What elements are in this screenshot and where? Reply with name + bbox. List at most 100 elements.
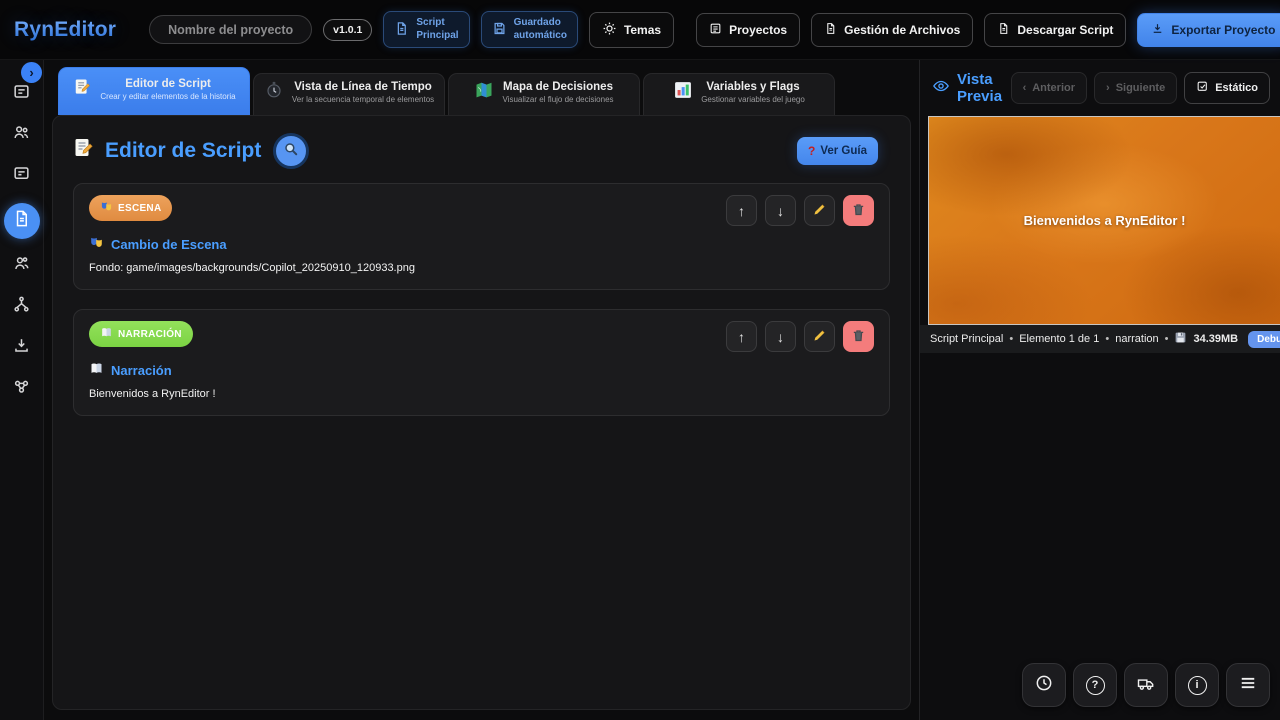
tab-title: Editor de Script xyxy=(125,77,211,93)
delete-button[interactable] xyxy=(843,195,874,226)
truck-icon xyxy=(1136,673,1156,698)
download-icon xyxy=(1151,22,1164,38)
trash-icon xyxy=(851,328,866,346)
tab-variables-flags[interactable]: Variables y Flags Gestionar variables de… xyxy=(643,73,835,115)
preview-title: Vista Previa xyxy=(932,71,1003,105)
delete-button[interactable] xyxy=(843,321,874,352)
sidebar-item-characters[interactable] xyxy=(8,121,36,149)
floppy-icon xyxy=(1174,331,1187,347)
save-icon xyxy=(492,21,507,39)
preview-panel: Vista Previa ‹ Anterior › Siguiente Está… xyxy=(920,60,1280,720)
status-element-position: Elemento 1 de 1 xyxy=(1019,333,1099,345)
status-script-name: Script Principal xyxy=(930,333,1003,345)
history-button[interactable] xyxy=(1022,663,1066,707)
checkbox-icon xyxy=(1196,80,1209,96)
debug-badge[interactable]: Debug xyxy=(1248,331,1280,348)
menu-icon xyxy=(1238,673,1258,698)
file-manager-button[interactable]: Gestión de Archivos xyxy=(811,13,973,47)
element-title-text: Cambio de Escena xyxy=(111,237,227,252)
preview-nav: ‹ Anterior › Siguiente Estático xyxy=(1011,72,1270,104)
move-up-button[interactable]: ↑ xyxy=(726,321,757,352)
script-selector-button[interactable]: Script Principal xyxy=(383,11,469,48)
export-project-button[interactable]: Exportar Proyecto xyxy=(1137,13,1280,47)
memo-icon xyxy=(71,136,95,166)
help-button[interactable]: ? xyxy=(1073,663,1117,707)
project-name-input[interactable] xyxy=(149,15,312,44)
edit-button[interactable] xyxy=(804,321,835,352)
tab-subtitle: Crear y editar elementos de la historia xyxy=(100,92,235,103)
themes-button[interactable]: Temas xyxy=(589,12,674,48)
sidebar-item-downloads[interactable] xyxy=(8,334,36,362)
element-type-badge: NARRACIÓN xyxy=(89,321,193,347)
download-script-button[interactable]: Descargar Script xyxy=(984,13,1126,47)
version-badge: v1.0.1 xyxy=(323,19,372,41)
element-type-label: ESCENA xyxy=(118,203,161,214)
element-body: Bienvenidos a RynEditor ! xyxy=(89,388,874,400)
preview-title-text: Vista Previa xyxy=(957,71,1003,105)
editor-title-row: Editor de Script ? Ver Guía xyxy=(53,116,910,183)
eye-icon xyxy=(932,77,950,99)
memo-icon xyxy=(72,77,92,102)
menu-button[interactable] xyxy=(1226,663,1270,707)
next-label: Siguiente xyxy=(1116,82,1166,94)
chart-icon xyxy=(673,80,693,105)
view-guide-button[interactable]: ? Ver Guía xyxy=(797,137,878,165)
ryneditor-app: RynEditor v1.0.1 Script Principal Guarda… xyxy=(0,0,1280,720)
tab-subtitle: Gestionar variables del juego xyxy=(701,95,805,106)
sidebar-item-cards[interactable] xyxy=(8,80,36,108)
characters-icon xyxy=(12,123,31,147)
sidebar-toggle-button[interactable]: › xyxy=(21,62,42,83)
tab-bar: Editor de Script Crear y editar elemento… xyxy=(44,60,919,115)
autosave-line1: Guardado xyxy=(514,17,567,30)
truck-button[interactable] xyxy=(1124,663,1168,707)
magnifier-icon xyxy=(282,140,300,163)
chevron-left-icon: ‹ xyxy=(1023,82,1027,94)
sidebar-item-dialogs[interactable] xyxy=(8,162,36,190)
page-title-text: Editor de Script xyxy=(105,139,261,163)
tab-subtitle: Visualizar el flujo de decisiones xyxy=(502,95,613,106)
separator: • xyxy=(1165,333,1169,345)
map-icon xyxy=(474,80,494,105)
separator: • xyxy=(1009,333,1013,345)
sidebar-item-flow[interactable] xyxy=(8,293,36,321)
script-element-card: NARRACIÓN ↑ ↓ Narració xyxy=(73,309,890,416)
element-title-text: Narración xyxy=(111,363,172,378)
pencil-icon xyxy=(812,328,827,346)
info-button[interactable]: i xyxy=(1175,663,1219,707)
tab-title: Variables y Flags xyxy=(706,80,799,96)
script-icon xyxy=(12,209,31,233)
edit-button[interactable] xyxy=(804,195,835,226)
tab-script-editor[interactable]: Editor de Script Crear y editar elemento… xyxy=(58,67,250,115)
projects-button[interactable]: Proyectos xyxy=(696,13,800,47)
trash-icon xyxy=(851,202,866,220)
question-icon: ? xyxy=(808,144,815,158)
element-body: Fondo: game/images/backgrounds/Copilot_2… xyxy=(89,262,874,274)
sidebar-item-script[interactable] xyxy=(4,203,40,239)
document-icon xyxy=(997,22,1010,38)
static-mode-button[interactable]: Estático xyxy=(1184,72,1270,104)
top-header: RynEditor v1.0.1 Script Principal Guarda… xyxy=(0,0,1280,60)
sidebar-item-community[interactable] xyxy=(8,375,36,403)
prev-button[interactable]: ‹ Anterior xyxy=(1011,72,1087,104)
app-logo: RynEditor xyxy=(14,18,116,42)
tab-title: Vista de Línea de Tiempo xyxy=(294,80,432,96)
search-button[interactable] xyxy=(273,133,309,169)
book-icon xyxy=(89,361,104,379)
tab-subtitle: Ver la secuencia temporal de elementos xyxy=(292,95,434,106)
next-button[interactable]: › Siguiente xyxy=(1094,72,1177,104)
move-down-button[interactable]: ↓ xyxy=(765,321,796,352)
sidebar-item-cast[interactable] xyxy=(8,252,36,280)
download-script-label: Descargar Script xyxy=(1017,23,1113,37)
move-down-button[interactable]: ↓ xyxy=(765,195,796,226)
status-element-type: narration xyxy=(1115,333,1158,345)
move-up-button[interactable]: ↑ xyxy=(726,195,757,226)
tab-timeline[interactable]: Vista de Línea de Tiempo Ver la secuenci… xyxy=(253,73,445,115)
element-type-badge: ESCENA xyxy=(89,195,172,221)
masks-icon xyxy=(100,200,113,216)
tab-decision-map[interactable]: Mapa de Decisiones Visualizar el flujo d… xyxy=(448,73,640,115)
autosave-button[interactable]: Guardado automático xyxy=(481,11,578,48)
info-icon: i xyxy=(1188,676,1207,695)
prev-label: Anterior xyxy=(1032,82,1075,94)
brightness-icon xyxy=(602,21,617,39)
card-actions: ↑ ↓ xyxy=(726,321,874,352)
